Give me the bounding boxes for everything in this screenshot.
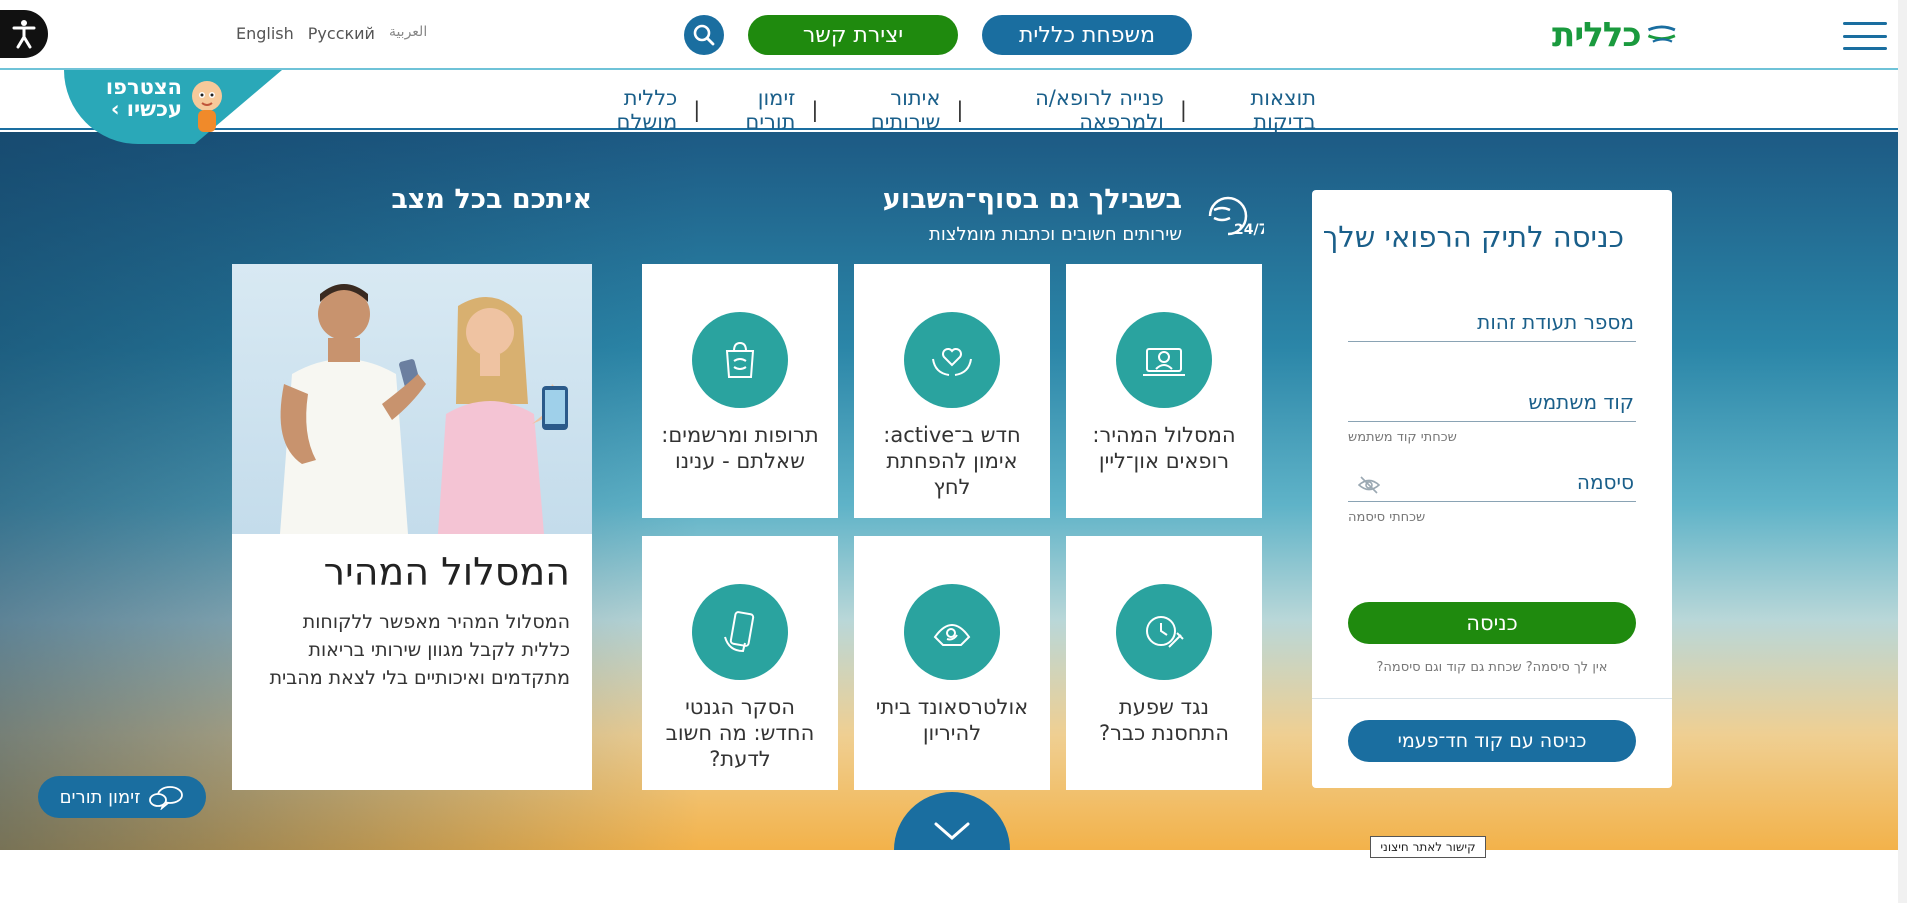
nav-separator: |	[1179, 98, 1187, 122]
lang-english[interactable]: English	[236, 24, 294, 43]
join-now-text[interactable]: הצטרפו עכשיו ›	[96, 76, 182, 120]
promo-section-title: איתכם בכל מצב	[391, 184, 592, 215]
nav-contact-doctor[interactable]: פנייה לרופא/ה ולמרפאה	[979, 86, 1164, 134]
ultrasound-icon	[933, 624, 971, 646]
weekend-subtitle: שירותים חשובים וכתבות מומלצות	[929, 224, 1182, 245]
tile-icon-circle	[904, 312, 1000, 408]
tile-home-ultrasound[interactable]: אולטרסאונד ביתי להיריון	[854, 536, 1050, 790]
menu-line	[1843, 47, 1887, 50]
menu-line	[1843, 34, 1887, 38]
lang-russian[interactable]: Русский	[308, 24, 375, 43]
chat-bubbles-icon	[149, 786, 184, 810]
tile-icon-circle	[692, 584, 788, 680]
logo-mark-icon	[1647, 25, 1676, 43]
forgot-user-link[interactable]: שכחתי קוד משתמש	[1348, 430, 1457, 445]
tile-label: אולטרסאונד ביתי להיריון	[875, 695, 1029, 745]
book-appointment-button[interactable]: זימון תורים	[38, 776, 206, 818]
nav-test-results[interactable]: תוצאות בדיקות	[1203, 86, 1316, 134]
tile-label: תרופות ומרשמים: שאלתם - ענינו	[661, 423, 819, 473]
tile-flu-vaccine[interactable]: נגד שפעת התחסנת כבר?	[1066, 536, 1262, 790]
tile-icon-circle	[692, 312, 788, 408]
no-password-link[interactable]: אין לך סיסמה? שכחת גם קוד וגם סיסמה?	[1348, 660, 1636, 675]
main-nav: תוצאות בדיקות | פנייה לרופא/ה ולמרפאה | …	[0, 72, 1907, 134]
nav-appointments[interactable]: זימון תורים	[716, 86, 795, 134]
login-button[interactable]: כניסה	[1348, 602, 1636, 644]
family-button[interactable]: משפחת כללית	[982, 15, 1192, 55]
accessibility-icon	[12, 20, 36, 49]
id-number-field[interactable]: מספר תעודת זהות	[1348, 310, 1636, 342]
24-7-badge-icon: 24/7	[1208, 196, 1264, 238]
logo-text: כללית	[1552, 15, 1642, 55]
accessibility-button[interactable]	[0, 10, 48, 58]
join-line-1: הצטרפו	[105, 75, 182, 99]
promo-heading: המסלול המהיר	[323, 550, 570, 594]
menu-button[interactable]	[1843, 22, 1887, 50]
tile-label: חדש ב־active: אימון להפחתת לחץ	[883, 423, 1021, 499]
tile-label: הסקר הגנטי החדש: מה חשוב לדעת?	[665, 695, 815, 771]
nav-separator: |	[956, 98, 964, 122]
search-icon	[693, 24, 715, 46]
menu-line	[1843, 22, 1887, 25]
baby-mascot-icon	[192, 81, 222, 132]
tile-pharmacy[interactable]: תרופות ומרשמים: שאלתם - ענינו	[642, 264, 838, 518]
page-scrollbar[interactable]	[1898, 0, 1907, 903]
nav-separator: |	[693, 98, 701, 122]
tile-icon-circle	[904, 584, 1000, 680]
search-button[interactable]	[684, 15, 724, 55]
promo-image	[232, 264, 592, 534]
promo-people-illustration	[280, 284, 568, 534]
nav-clalit-mushlam[interactable]: כללית מושלם	[576, 86, 678, 134]
badge-247-text: 24/7	[1234, 222, 1264, 238]
weekend-title: בשבילך גם בסוף־השבוע	[882, 184, 1182, 215]
vaccine-clock-icon	[1146, 616, 1184, 648]
promo-text: המסלול המהיר מאפשר ללקוחות כללית לקבל מג…	[269, 611, 570, 689]
tile-online-doctors[interactable]: המסלול המהיר: רופאים און־ליין	[1066, 264, 1262, 518]
user-code-field[interactable]: קוד משתמש	[1348, 390, 1636, 422]
login-card: כניסה לתיק הרפואי שלך מספר תעודת זהות קו…	[1312, 190, 1672, 788]
tile-icon-circle	[1116, 312, 1212, 408]
top-header: English Русский العربية יצירת קשר משפחת …	[0, 0, 1907, 70]
heart-hands-icon	[932, 348, 972, 376]
join-line-2: עכשיו ›	[110, 97, 182, 121]
otp-login-button[interactable]: כניסה עם קוד חד־פעמי	[1348, 720, 1636, 762]
tile-genetic-survey[interactable]: הסקר הגנטי החדש: מה חשוב לדעת?	[642, 536, 838, 790]
online-doctor-icon	[1143, 348, 1185, 376]
nav-separator: |	[811, 98, 819, 122]
login-title: כניסה לתיק הרפואי שלך	[1322, 220, 1624, 254]
tile-active-stress[interactable]: חדש ב־active: אימון להפחתת לחץ	[854, 264, 1050, 518]
phone-hand-icon	[724, 611, 755, 653]
password-field[interactable]: סיסמה	[1348, 470, 1636, 502]
language-switcher: English Русский العربية	[236, 24, 427, 43]
clalit-logo[interactable]: כללית	[1552, 12, 1676, 58]
tile-icon-circle	[1116, 584, 1212, 680]
promo-card[interactable]: המסלול המהיר המסלול המהיר מאפשר ללקוחות …	[232, 264, 592, 790]
pharmacy-bag-icon	[725, 341, 755, 378]
nav-find-services[interactable]: איתור שירותים	[835, 86, 941, 134]
tile-label: נגד שפעת התחסנת כבר?	[1099, 695, 1229, 745]
nav-links: תוצאות בדיקות | פנייה לרופא/ה ולמרפאה | …	[576, 86, 1316, 134]
book-appointment-label: זימון תורים	[59, 786, 141, 808]
forgot-password-link[interactable]: שכחתי סיסמה	[1348, 510, 1425, 525]
chevron-down-icon	[934, 822, 970, 840]
login-divider	[1312, 698, 1672, 699]
contact-button[interactable]: יצירת קשר	[748, 15, 958, 55]
tile-label: המסלול המהיר: רופאים און־ליין	[1092, 423, 1236, 473]
show-password-icon[interactable]	[1358, 476, 1380, 494]
lang-arabic[interactable]: العربية	[389, 24, 427, 43]
external-link-tooltip: קישור לאתר חיצוני	[1370, 836, 1486, 858]
